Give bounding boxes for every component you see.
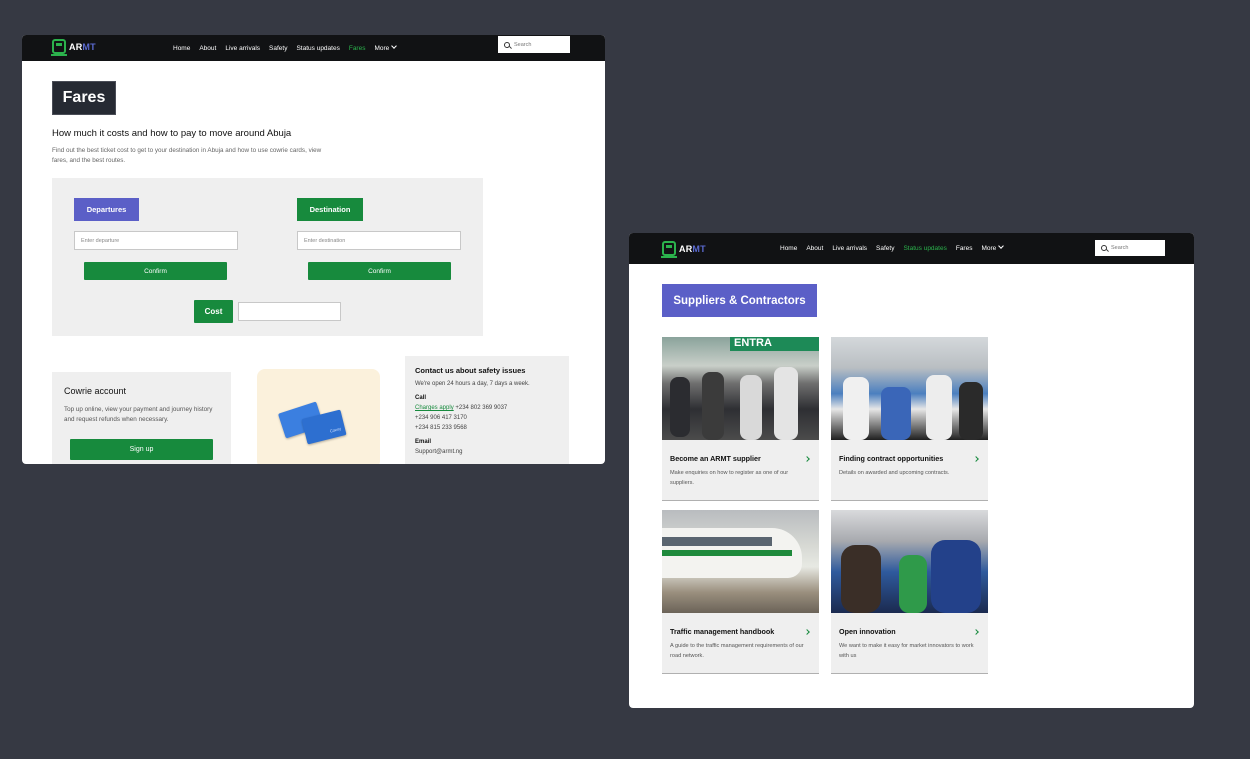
card-description: Make enquiries on how to register as one… — [670, 470, 789, 486]
cowrie-body: Top up online, view your payment and jou… — [64, 406, 213, 423]
photo-officials-at-station: ENTRA — [662, 337, 819, 440]
logo-text-mt: MT — [692, 243, 706, 254]
photo-celebrating-passengers — [831, 337, 988, 440]
nav-home[interactable]: Home — [173, 45, 190, 52]
fares-page-window: ARMT Home About Live arrivals Safety Sta… — [22, 35, 605, 464]
photo-officials-smiling — [831, 510, 988, 613]
armt-logo[interactable]: ARMT — [51, 39, 96, 56]
photo-train-windows — [662, 537, 772, 546]
contact-hours: We're open 24 hours a day, 7 days a week… — [415, 381, 530, 387]
nav-status-updates[interactable]: Status updates — [296, 45, 339, 52]
nav-links: Home About Live arrivals Safety Status u… — [173, 35, 398, 61]
phone-line-1: Charges apply +234 802 369 9037 — [415, 403, 559, 413]
sign-up-button[interactable]: Sign up — [70, 439, 213, 460]
search-input[interactable]: Search — [498, 36, 570, 53]
cowrie-heading: Cowrie account — [64, 386, 127, 396]
call-label: Call — [415, 395, 427, 401]
nav-more[interactable]: More — [981, 243, 1005, 252]
departure-input[interactable]: Enter departure — [74, 231, 238, 250]
search-placeholder: Search — [514, 41, 532, 48]
email-label: Email — [415, 439, 432, 445]
page-title: Fares — [52, 81, 116, 115]
suppliers-page-window: ARMT Home About Live arrivals Safety Sta… — [629, 233, 1194, 708]
destination-input[interactable]: Enter destination — [297, 231, 461, 250]
photo-figure — [931, 540, 981, 613]
charges-apply-link[interactable]: Charges apply — [415, 405, 454, 411]
supplier-card[interactable]: Finding contract opportunities Details o… — [831, 337, 988, 501]
photo-figure — [740, 375, 762, 440]
page-title: Suppliers & Contractors — [662, 284, 817, 317]
nav-links: Home About Live arrivals Safety Status u… — [780, 233, 1005, 264]
card-title: Finding contract opportunities — [839, 454, 944, 463]
confirm-departure-button[interactable]: Confirm — [84, 262, 227, 280]
cost-output — [238, 302, 341, 321]
photo-figure — [841, 545, 881, 613]
card-description: Details on awarded and upcoming contract… — [839, 470, 950, 476]
nav-about[interactable]: About — [199, 45, 216, 52]
supplier-card[interactable]: Open innovation We want to make it easy … — [831, 510, 988, 674]
photo-figure — [670, 377, 690, 437]
photo-figure — [881, 387, 911, 440]
nav-more-label: More — [981, 245, 997, 252]
search-icon — [1101, 245, 1107, 251]
page-subheading: How much it costs and how to pay to move… — [52, 128, 292, 139]
cowrie-card-illustration: Cowry — [257, 369, 380, 464]
card-description: We want to make it easy for market innov… — [839, 643, 974, 659]
nav-fares[interactable]: Fares — [349, 45, 366, 52]
photo-figure — [702, 372, 724, 440]
logo-text-mt: MT — [82, 41, 96, 52]
phone-1: +234 802 369 9037 — [455, 405, 508, 411]
cost-button[interactable]: Cost — [194, 300, 233, 323]
nav-safety[interactable]: Safety — [269, 45, 287, 52]
nav-about[interactable]: About — [806, 245, 823, 252]
entrance-sign: ENTRA — [730, 337, 819, 351]
destination-label: Destination — [297, 198, 363, 221]
nav-home[interactable]: Home — [780, 245, 797, 252]
armt-logo[interactable]: ARMT — [661, 241, 706, 258]
train-icon — [661, 241, 677, 258]
confirm-destination-button[interactable]: Confirm — [308, 262, 451, 280]
search-input[interactable]: Search — [1095, 240, 1165, 256]
card-title: Traffic management handbook — [670, 627, 775, 636]
search-placeholder: Search — [1111, 245, 1129, 251]
search-icon — [504, 41, 510, 48]
cowrie-account-card: Cowrie account Top up online, view your … — [52, 372, 231, 464]
nav-fares[interactable]: Fares — [956, 245, 973, 252]
contact-safety-card: Contact us about safety issues We're ope… — [405, 356, 569, 464]
page-lead: Find out the best ticket cost to get to … — [52, 147, 322, 164]
photo-train-stripe — [662, 550, 792, 556]
fare-calculator: Departures Enter departure Confirm Desti… — [52, 178, 483, 336]
photo-figure — [959, 382, 983, 440]
chevron-down-icon — [391, 42, 398, 49]
nav-more-label: More — [374, 44, 390, 52]
chevron-down-icon — [998, 243, 1005, 249]
card-description: A guide to the traffic management requir… — [670, 643, 804, 659]
card-title: Open innovation — [839, 627, 896, 636]
logo-text-ar: AR — [679, 243, 693, 254]
top-navbar: ARMT Home About Live arrivals Safety Sta… — [22, 35, 605, 61]
nav-more[interactable]: More — [374, 42, 398, 52]
card-title: Become an ARMT supplier — [670, 454, 761, 463]
photo-figure — [899, 555, 927, 613]
nav-live-arrivals[interactable]: Live arrivals — [832, 245, 867, 252]
photo-figure — [774, 367, 798, 440]
nav-safety[interactable]: Safety — [876, 245, 894, 252]
departures-label: Departures — [74, 198, 139, 221]
phone-2: +234 906 417 3170 — [415, 415, 467, 421]
supplier-card[interactable]: ENTRA Become an ARMT supplier Make enqui… — [662, 337, 819, 501]
logo-text-ar: AR — [69, 41, 83, 52]
contact-heading: Contact us about safety issues — [415, 366, 526, 375]
nav-status-updates[interactable]: Status updates — [903, 245, 946, 252]
nav-live-arrivals[interactable]: Live arrivals — [225, 45, 260, 52]
phone-3: +234 815 233 9568 — [415, 425, 467, 431]
photo-figure — [926, 375, 952, 440]
cowry-card-label: Cowry — [329, 426, 342, 434]
email-address[interactable]: Support@armt.ng — [415, 447, 559, 457]
top-navbar: ARMT Home About Live arrivals Safety Sta… — [629, 233, 1194, 264]
train-icon — [51, 39, 67, 56]
supplier-card[interactable]: Traffic management handbook A guide to t… — [662, 510, 819, 674]
photo-train-at-platform — [662, 510, 819, 613]
photo-figure — [843, 377, 869, 440]
